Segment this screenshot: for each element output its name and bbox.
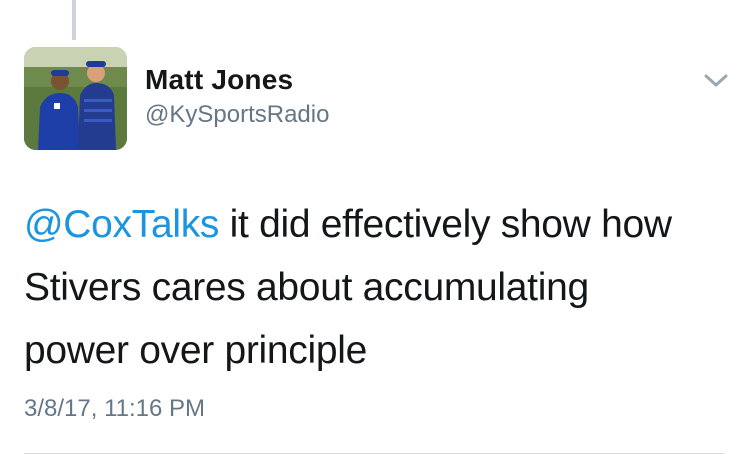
tweet-timestamp[interactable]: 3/8/17, 11:16 PM bbox=[24, 395, 205, 423]
divider bbox=[24, 453, 724, 454]
chevron-down-icon[interactable] bbox=[702, 70, 730, 90]
tweet-line-2: Stivers cares about accumulating bbox=[24, 266, 589, 309]
thread-connector-line bbox=[72, 0, 76, 40]
tweet-text-segment: it did effectively show how bbox=[219, 203, 672, 246]
avatar-photo bbox=[24, 47, 127, 150]
author-display-name[interactable]: Matt Jones bbox=[145, 64, 293, 96]
mention-link[interactable]: @CoxTalks bbox=[24, 203, 219, 246]
tweet-body: @CoxTalks it did effectively show how St… bbox=[24, 193, 724, 382]
author-handle[interactable]: @KySportsRadio bbox=[145, 101, 329, 129]
tweet-line-3: power over principle bbox=[24, 329, 368, 372]
tweet-line-1: @CoxTalks it did effectively show how bbox=[24, 193, 724, 256]
avatar[interactable] bbox=[24, 47, 127, 150]
